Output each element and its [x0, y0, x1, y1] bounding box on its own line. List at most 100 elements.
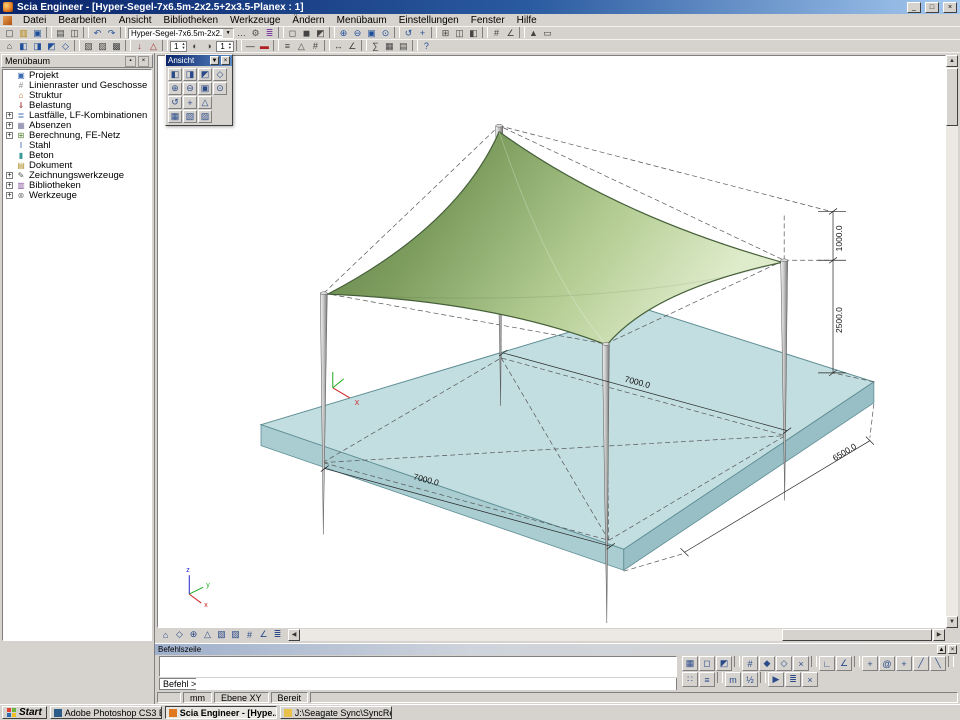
- angle-tool-icon[interactable]: ∠: [346, 40, 359, 52]
- sidebar-item-bibliotheken[interactable]: +▥Bibliotheken: [3, 180, 151, 190]
- expand-icon[interactable]: +: [6, 192, 13, 199]
- command-history[interactable]: [159, 656, 677, 677]
- line-grid-icon[interactable]: ≡: [699, 672, 715, 687]
- clip-box-icon[interactable]: ▦: [168, 110, 182, 123]
- snap-endpoint-icon[interactable]: ◆: [759, 656, 775, 671]
- scale-display-icon[interactable]: △: [295, 40, 308, 52]
- ucs-toggle-icon[interactable]: ∠: [257, 629, 270, 641]
- new-project-icon[interactable]: ▢: [3, 27, 16, 39]
- shadow-toggle-icon[interactable]: ▨: [229, 629, 242, 641]
- view-y-icon[interactable]: ◨: [183, 68, 197, 81]
- minimize-button[interactable]: _: [907, 2, 921, 13]
- render-mode-icon[interactable]: ▧: [183, 110, 197, 123]
- sidebar-item-zeichnung[interactable]: +✎Zeichnungswerkzeuge: [3, 170, 151, 180]
- perspective-icon[interactable]: △: [198, 96, 212, 109]
- line-tool-icon[interactable]: ╱: [913, 656, 929, 671]
- shaded-view-icon[interactable]: ◼: [300, 27, 313, 39]
- grid-snap-icon[interactable]: #: [490, 27, 503, 39]
- layers-icon[interactable]: ≣: [263, 27, 276, 39]
- zoom-out-icon[interactable]: ⊖: [351, 27, 364, 39]
- hidden-line-view-icon[interactable]: ◩: [314, 27, 327, 39]
- menu-einstellungen[interactable]: Einstellungen: [393, 15, 465, 26]
- membrane-sail[interactable]: [328, 132, 782, 345]
- horizontal-scroll-thumb[interactable]: [782, 629, 932, 641]
- sidebar-item-belastung[interactable]: ⇓Belastung: [3, 100, 151, 110]
- close-icon[interactable]: ×: [948, 645, 957, 654]
- surface-display-icon[interactable]: ▨: [96, 40, 109, 52]
- render-settings-icon[interactable]: ▧: [82, 40, 95, 52]
- snap-grid-icon[interactable]: #: [742, 656, 758, 671]
- invert-selection-icon[interactable]: ◩: [716, 656, 732, 671]
- coordinate-display-icon[interactable]: ∠: [504, 27, 517, 39]
- sidebar-item-beton[interactable]: ▮Beton: [3, 150, 151, 160]
- view-axo-icon[interactable]: ◇: [213, 68, 227, 81]
- taskbar-task-3[interactable]: J:\Seagate Sync\SyncRe...: [280, 706, 392, 719]
- perspective-toggle-icon[interactable]: △: [201, 629, 214, 641]
- sidebar-item-werkzeuge[interactable]: +⊗Werkzeuge: [3, 190, 151, 200]
- render-toggle-icon[interactable]: ▧: [215, 629, 228, 641]
- sidebar-item-lastfaelle[interactable]: +≣Lastfälle, LF-Kombinationen: [3, 110, 151, 120]
- clear-command-icon[interactable]: ×: [802, 672, 818, 687]
- horizontal-scrollbar[interactable]: ◀ ▶: [288, 629, 945, 641]
- menu-ansicht[interactable]: Ansicht: [113, 15, 158, 26]
- vertical-scrollbar[interactable]: ▲ ▼: [946, 55, 958, 628]
- numbering-icon[interactable]: #: [309, 40, 322, 52]
- taskbar-task-2[interactable]: Scia Engineer - [Hype...: [165, 706, 277, 719]
- select-all-icon[interactable]: ▦: [682, 656, 698, 671]
- command-panel-header[interactable]: Befehlszeile ▲ ×: [155, 643, 960, 655]
- rotate-view-icon[interactable]: ↺: [168, 96, 182, 109]
- chevron-up-icon[interactable]: ▲: [937, 645, 946, 654]
- run-macro-icon[interactable]: ▶: [768, 672, 784, 687]
- stepper-arrows-icon[interactable]: ▲▼: [228, 42, 232, 50]
- snap-intersection-icon[interactable]: ×: [793, 656, 809, 671]
- scroll-right-icon[interactable]: ▶: [933, 629, 945, 641]
- tile-windows-icon[interactable]: ◫: [453, 27, 466, 39]
- support-display-icon[interactable]: △: [147, 40, 160, 52]
- view-toolbar-titlebar[interactable]: Ansicht ▼ ×: [166, 55, 232, 66]
- save-project-icon[interactable]: ▣: [31, 27, 44, 39]
- sidebar-item-struktur[interactable]: ⌂Struktur: [3, 90, 151, 100]
- load-display-icon[interactable]: ↓: [133, 40, 146, 52]
- zoom-out-icon[interactable]: ⊖: [183, 82, 197, 95]
- taskbar-task-1[interactable]: Adobe Photoshop CS3 E...: [50, 706, 162, 719]
- expand-icon[interactable]: +: [6, 132, 13, 139]
- view-front-icon[interactable]: ◨: [31, 40, 44, 52]
- scroll-down-icon[interactable]: ▼: [946, 616, 958, 628]
- print-icon[interactable]: ▤: [54, 27, 67, 39]
- menu-fenster[interactable]: Fenster: [465, 15, 511, 26]
- view-side-icon[interactable]: ◩: [45, 40, 58, 52]
- view-axonometric-icon[interactable]: ◇: [59, 40, 72, 52]
- project-combo[interactable]: Hyper-Segel-7x6.5m-2x2. ▼: [128, 28, 234, 39]
- command-prompt-row[interactable]: Befehl >: [159, 678, 677, 690]
- tables-icon[interactable]: ▦: [383, 40, 396, 52]
- vertical-scroll-thumb[interactable]: [946, 68, 958, 126]
- menu-werkzeuge[interactable]: Werkzeuge: [224, 15, 286, 26]
- sidebar-item-projekt[interactable]: ▣Projekt: [3, 70, 151, 80]
- open-project-icon[interactable]: ▥: [17, 27, 30, 39]
- vertical-scroll-track[interactable]: [946, 126, 958, 616]
- view-direction-icon[interactable]: ◇: [173, 629, 186, 641]
- sidebar-item-linienraster[interactable]: #Linienraster und Geschosse: [3, 80, 151, 90]
- scale-stepper[interactable]: 1 ▲▼: [170, 41, 187, 52]
- horizontal-scroll-track[interactable]: [300, 629, 933, 641]
- view-top-icon[interactable]: ◧: [17, 40, 30, 52]
- close-icon[interactable]: ×: [221, 56, 230, 65]
- ortho-mode-icon[interactable]: ∟: [819, 656, 835, 671]
- menu-bearbeiten[interactable]: Bearbeiten: [52, 15, 112, 26]
- help-tool-icon[interactable]: ?: [420, 40, 433, 52]
- restore-button[interactable]: □: [925, 2, 939, 13]
- line-color-icon[interactable]: ▬: [258, 40, 271, 52]
- viewpoint-icon[interactable]: ⌂: [159, 629, 172, 641]
- zoom-in-icon[interactable]: ⊕: [337, 27, 350, 39]
- view-z-icon[interactable]: ◩: [198, 68, 212, 81]
- scroll-left-icon[interactable]: ◀: [288, 629, 300, 641]
- grid-toggle-icon[interactable]: #: [243, 629, 256, 641]
- pan-view-icon[interactable]: +: [183, 96, 197, 109]
- units-icon[interactable]: m: [725, 672, 741, 687]
- view-x-icon[interactable]: ◧: [168, 68, 182, 81]
- polyline-tool-icon[interactable]: ╲: [930, 656, 946, 671]
- coord-absolute-icon[interactable]: +: [862, 656, 878, 671]
- cascade-windows-icon[interactable]: ◧: [467, 27, 480, 39]
- default-view-icon[interactable]: ⌂: [3, 40, 16, 52]
- command-input[interactable]: [196, 678, 676, 690]
